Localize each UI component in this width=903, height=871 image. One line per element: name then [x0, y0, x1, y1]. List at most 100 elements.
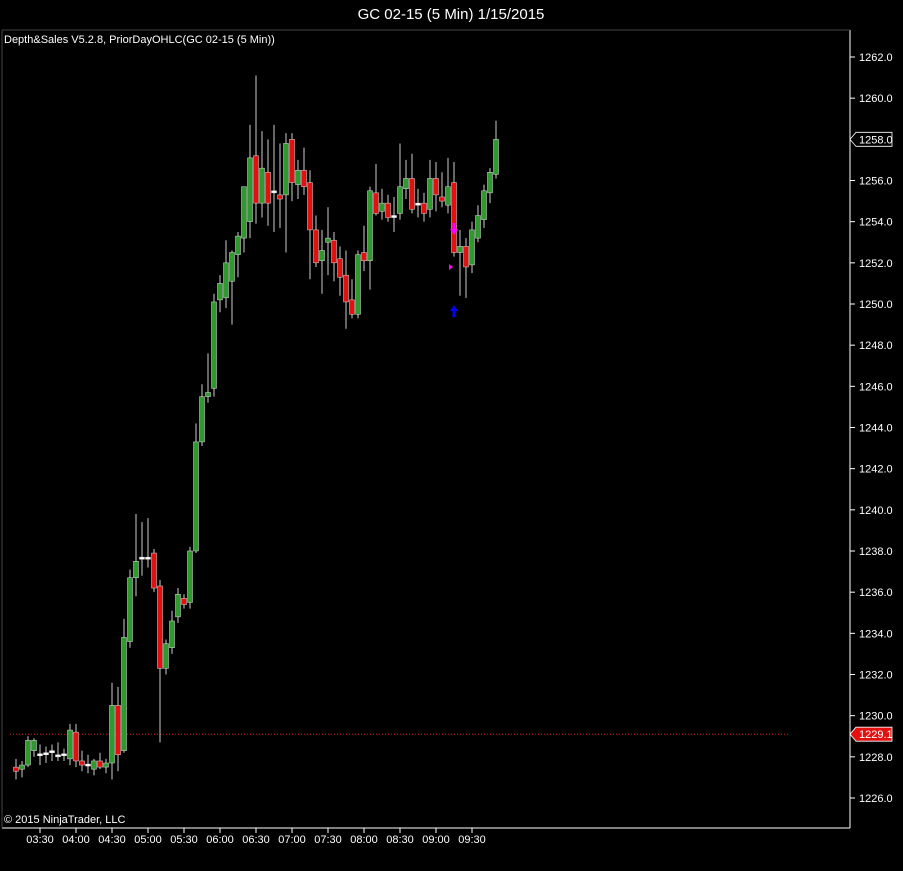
candle-body — [217, 283, 223, 301]
window-title: GC 02-15 (5 Min) 1/15/2015 — [358, 6, 545, 23]
y-tick-label: 1230.0 — [859, 711, 893, 723]
y-tick-label: 1260.0 — [859, 93, 893, 105]
candle-body — [265, 172, 271, 204]
candle-body — [307, 182, 313, 231]
candle-body — [361, 252, 367, 262]
x-tick-label: 05:30 — [170, 834, 198, 846]
candle-body — [49, 750, 55, 753]
x-tick-label: 05:00 — [134, 834, 162, 846]
x-tick-label: 09:30 — [458, 834, 486, 846]
candle-body — [397, 186, 403, 214]
candlestick-chart[interactable]: 1226.0 1228.0 1230.0 1232.0 1234.0 1236.0 1238… — [0, 0, 903, 871]
y-tick-label: 1254.0 — [859, 217, 893, 229]
candle-body — [367, 190, 373, 262]
candle-body — [247, 157, 253, 222]
candle-body — [385, 202, 391, 218]
candle-body — [187, 550, 193, 603]
copyright-label: © 2015 NinjaTrader, LLC — [4, 814, 125, 826]
candle[interactable] — [187, 546, 193, 609]
candle-body — [331, 239, 337, 264]
candle-body — [73, 731, 79, 762]
candle-body — [199, 396, 205, 443]
candle-body — [463, 246, 469, 268]
candle-body — [91, 760, 97, 770]
candle-body — [319, 250, 325, 262]
y-tick-label: 1238.0 — [859, 546, 893, 558]
candle-body — [403, 178, 409, 189]
candle-body — [31, 740, 37, 751]
candle-body — [139, 556, 145, 560]
candle[interactable] — [355, 250, 361, 319]
candle-body — [181, 598, 187, 605]
x-tick-label: 06:30 — [242, 834, 270, 846]
candle-body — [391, 215, 397, 218]
y-tick-label: 1256.0 — [859, 176, 893, 188]
candle-body — [151, 552, 157, 589]
candle[interactable] — [151, 548, 157, 593]
last-price-label: 1258.0 — [859, 134, 893, 146]
candle-body — [79, 760, 85, 766]
candle[interactable] — [67, 723, 73, 766]
candle-body — [301, 169, 307, 187]
candle-body — [475, 215, 481, 239]
candle-body — [487, 172, 493, 194]
x-tick-label: 04:00 — [62, 834, 90, 846]
candle[interactable] — [121, 618, 127, 753]
candle-body — [373, 192, 379, 214]
candle-body — [337, 258, 343, 278]
prior-day-level-label: 1229.1 — [859, 729, 893, 741]
candle-body — [163, 643, 169, 669]
candle-body — [229, 252, 235, 282]
candle-body — [427, 178, 433, 210]
x-tick-label: 07:00 — [278, 834, 306, 846]
candle-body — [205, 392, 211, 397]
candle-body — [325, 237, 331, 243]
candle-body — [235, 235, 241, 255]
candle-body — [55, 754, 61, 758]
x-tick-label: 08:30 — [386, 834, 414, 846]
candle-body — [85, 763, 91, 767]
y-tick-label: 1246.0 — [859, 381, 893, 393]
x-tick-label: 06:00 — [206, 834, 234, 846]
x-tick-label: 04:30 — [98, 834, 126, 846]
candle[interactable] — [25, 736, 31, 768]
chart-window: 1226.0 1228.0 1230.0 1232.0 1234.0 1236.0 1238… — [0, 0, 903, 871]
candle-body — [103, 762, 109, 768]
y-tick-label: 1252.0 — [859, 258, 893, 270]
x-tick-label: 08:00 — [350, 834, 378, 846]
candle-body — [61, 753, 67, 757]
candle-body — [253, 155, 259, 204]
candle[interactable] — [193, 423, 199, 554]
candle-body — [481, 190, 487, 220]
last-price-tag: 1258.0 — [849, 131, 893, 147]
chart-background — [0, 0, 903, 871]
candle-body — [115, 705, 121, 756]
candle-body — [127, 577, 133, 642]
candle-body — [97, 760, 103, 768]
candle-body — [277, 194, 283, 200]
candle[interactable] — [211, 293, 217, 397]
candle-body — [415, 202, 421, 206]
candle-body — [409, 178, 415, 210]
y-tick-label: 1262.0 — [859, 52, 893, 64]
candle-body — [457, 246, 463, 253]
y-tick-label: 1236.0 — [859, 587, 893, 599]
y-tick-label: 1248.0 — [859, 340, 893, 352]
candle-body — [175, 593, 181, 618]
candle-body — [193, 441, 199, 552]
y-tick-label: 1244.0 — [859, 423, 893, 435]
candle-body — [271, 190, 277, 194]
x-tick-label: 09:00 — [422, 834, 450, 846]
candle-body — [13, 766, 19, 772]
y-tick-label: 1228.0 — [859, 752, 893, 764]
candle[interactable] — [127, 569, 133, 648]
candle-body — [145, 556, 151, 560]
candle-body — [223, 262, 229, 299]
candle-body — [67, 729, 73, 760]
y-tick-label: 1226.0 — [859, 793, 893, 805]
candle-body — [355, 254, 361, 315]
candle-body — [421, 202, 427, 214]
candle-body — [169, 620, 175, 648]
candle-body — [259, 167, 265, 204]
candle-body — [313, 229, 319, 264]
